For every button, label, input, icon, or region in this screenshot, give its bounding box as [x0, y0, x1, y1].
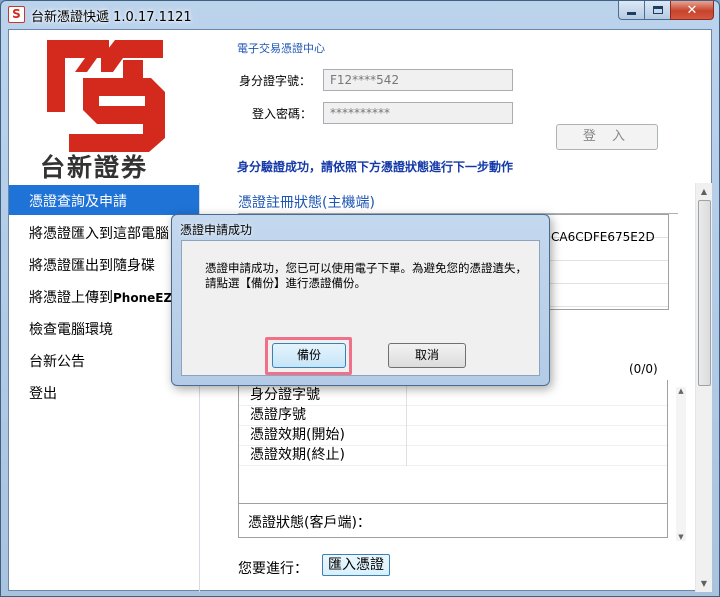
info-label: 憑證效期(開始)	[250, 427, 345, 443]
apply-success-dialog: 憑證申請成功 憑證申請成功，您已可以使用電子下單。為避免您的憑證遺失，請點選【備…	[171, 214, 550, 386]
dialog-title: 憑證申請成功	[180, 223, 253, 237]
scroll-up-icon[interactable]: ▲	[676, 387, 686, 395]
scroll-down-icon[interactable]: ▼	[676, 533, 686, 541]
dialog-body: 憑證申請成功，您已可以使用電子下單。為避免您的憑證遺失，請點選【備份】進行憑證備…	[181, 240, 540, 376]
password-field[interactable]: **********	[323, 102, 513, 124]
backup-button[interactable]: 備份	[272, 343, 346, 368]
login-button[interactable]: 登 入	[556, 124, 658, 150]
minimize-icon	[627, 11, 636, 15]
cert-count: (0/0)	[629, 362, 658, 376]
import-cert-button[interactable]: 匯入憑證	[322, 554, 390, 576]
sidebar-item-label-en: PhoneEZ	[113, 291, 173, 305]
client-status-label: 憑證狀態(客戶端)：	[248, 515, 371, 531]
info-label: 憑證效期(終止)	[250, 447, 345, 463]
close-icon: ✕	[686, 2, 698, 18]
maximize-icon	[652, 6, 663, 14]
scroll-down-icon[interactable]: ▼	[696, 575, 712, 592]
info-row-serial: 憑證序號	[239, 406, 667, 426]
window-title: 台新憑證快遞 1.0.17.1121	[31, 10, 192, 25]
id-field[interactable]: F12****542	[323, 69, 513, 91]
window-controls: ✕	[618, 1, 714, 20]
logo-text: 台新證券	[40, 153, 149, 182]
minimize-button[interactable]	[618, 1, 644, 20]
info-label: 身分證字號	[250, 387, 320, 403]
info-row-id: 身分證字號	[239, 386, 667, 406]
success-message: 身分驗證成功，請依照下方憑證狀態進行下一步動作	[237, 160, 514, 174]
info-row-valid-from: 憑證效期(開始)	[239, 426, 667, 446]
app-logo-icon[interactable]: S	[8, 6, 25, 23]
sidebar-item-query-apply[interactable]: 憑證查詢及申請	[9, 185, 199, 215]
inner-scrollbar[interactable]: ▲ ▼	[676, 387, 686, 541]
cert-info-table: 身分證字號 憑證序號 憑證效期(開始) 憑證效期(終止)	[238, 380, 668, 504]
id-label: 身分證字號：	[239, 74, 312, 88]
title-bar[interactable]: S 台新憑證快遞 1.0.17.1121 ✕	[1, 1, 719, 28]
cancel-button[interactable]: 取消	[388, 343, 466, 368]
section-title: 憑證註冊狀態(主機端)	[238, 195, 375, 211]
dialog-message: 憑證申請成功，您已可以使用電子下單。為避免您的憑證遺失，請點選【備份】進行憑證備…	[205, 261, 527, 290]
sidebar-item-label: 將憑證上傳到	[29, 290, 113, 306]
info-label: 憑證序號	[250, 407, 306, 423]
todo-label: 您要進行：	[238, 561, 308, 577]
scroll-up-icon[interactable]: ▲	[696, 183, 712, 200]
host-cert-code: CA6CDFE675E2D	[551, 230, 655, 244]
client-status-box: 憑證狀態(客戶端)：	[238, 504, 668, 538]
maximize-button[interactable]	[644, 1, 670, 20]
password-label: 登入密碼：	[252, 107, 313, 121]
close-button[interactable]: ✕	[670, 1, 714, 20]
main-scrollbar[interactable]: ▲ ▼	[695, 183, 712, 592]
info-row-valid-to: 憑證效期(終止)	[239, 446, 667, 466]
scroll-thumb[interactable]	[698, 200, 711, 386]
center-title: 電子交易憑證中心	[237, 42, 325, 55]
